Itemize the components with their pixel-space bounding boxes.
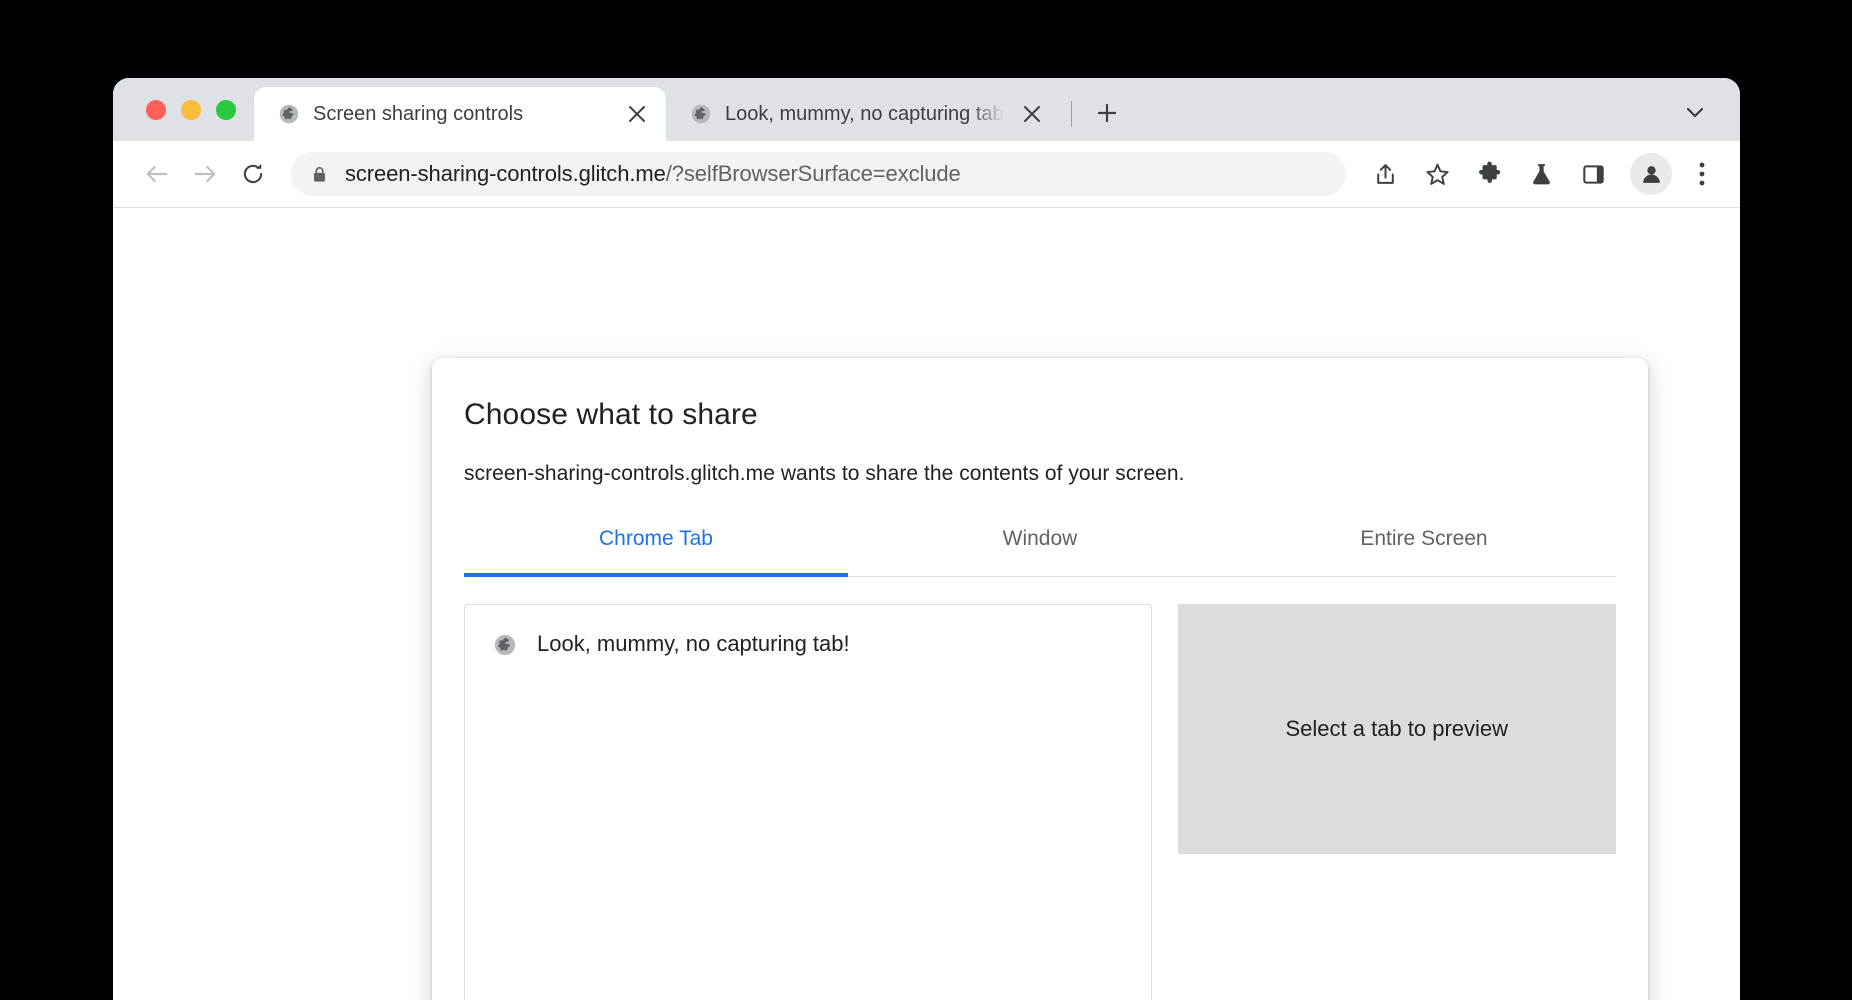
dialog-tab-label: Chrome Tab	[598, 527, 713, 550]
preview-placeholder-text: Select a tab to preview	[1285, 716, 1509, 741]
new-tab-button[interactable]	[1086, 92, 1128, 134]
globe-icon	[493, 633, 515, 655]
lock-icon	[310, 165, 329, 184]
browser-tab-screen-sharing-controls[interactable]: Screen sharing controls	[254, 87, 666, 141]
browser-tab-look-mummy[interactable]: Look, mummy, no capturing tab!	[666, 87, 1061, 141]
dialog-title: Choose what to share	[464, 398, 758, 431]
traffic-lights	[113, 78, 254, 141]
experiments-flask-icon[interactable]	[1518, 151, 1564, 197]
close-tab-button[interactable]	[1017, 99, 1047, 129]
three-dot-menu-icon[interactable]	[1682, 151, 1722, 197]
share-preview-placeholder: Select a tab to preview	[1177, 604, 1616, 854]
dialog-body: Look, mummy, no capturing tab! Select a …	[464, 604, 1616, 1000]
list-item[interactable]: Look, mummy, no capturing tab!	[465, 618, 1151, 670]
close-window-button[interactable]	[146, 99, 166, 120]
back-button[interactable]	[133, 150, 181, 198]
browser-toolbar: screen-sharing-controls.glitch.me/?selfB…	[113, 141, 1740, 208]
reload-button[interactable]	[229, 150, 277, 198]
dialog-tab-label: Entire Screen	[1360, 527, 1488, 550]
address-bar[interactable]: screen-sharing-controls.glitch.me/?selfB…	[291, 152, 1346, 196]
url-host: screen-sharing-controls.glitch.me	[345, 161, 666, 186]
dialog-tab-chrome-tab[interactable]: Chrome Tab	[464, 517, 848, 577]
desktop-backdrop: Screen sharing controls Look, mummy, no …	[0, 0, 1852, 1000]
profile-avatar-icon[interactable]	[1630, 153, 1672, 195]
dialog-tab-bar: Chrome Tab Window Entire Screen	[464, 517, 1616, 577]
shareable-tab-list[interactable]: Look, mummy, no capturing tab!	[464, 604, 1152, 1000]
dialog-tab-window[interactable]: Window	[848, 517, 1232, 576]
list-item-label: Look, mummy, no capturing tab!	[537, 631, 850, 656]
url-text: screen-sharing-controls.glitch.me/?selfB…	[345, 161, 961, 187]
share-icon[interactable]	[1362, 151, 1408, 197]
tab-search-chevron-down-icon[interactable]	[1674, 91, 1716, 133]
minimize-window-button[interactable]	[181, 99, 201, 120]
screen-share-picker-dialog: Choose what to share screen-sharing-cont…	[432, 358, 1648, 1000]
forward-button[interactable]	[181, 150, 229, 198]
tab-separator	[1071, 101, 1072, 127]
dialog-description: screen-sharing-controls.glitch.me wants …	[464, 462, 1185, 485]
maximize-window-button[interactable]	[216, 99, 236, 120]
extensions-puzzle-icon[interactable]	[1466, 151, 1512, 197]
tab-title: Look, mummy, no capturing tab!	[725, 102, 1004, 125]
globe-icon	[690, 103, 712, 125]
tab-title: Screen sharing controls	[313, 102, 524, 125]
dialog-tab-entire-screen[interactable]: Entire Screen	[1232, 517, 1616, 576]
side-panel-icon[interactable]	[1570, 151, 1616, 197]
dialog-tab-label: Window	[1002, 527, 1078, 550]
globe-icon	[278, 103, 300, 125]
close-tab-button[interactable]	[622, 99, 652, 129]
tab-strip: Screen sharing controls Look, mummy, no …	[113, 78, 1740, 141]
bookmark-star-icon[interactable]	[1414, 151, 1460, 197]
url-path: /?selfBrowserSurface=exclude	[665, 161, 961, 186]
chrome-browser-window: Screen sharing controls Look, mummy, no …	[113, 78, 1740, 1000]
page-content-area: Choose what to share screen-sharing-cont…	[113, 208, 1740, 1000]
